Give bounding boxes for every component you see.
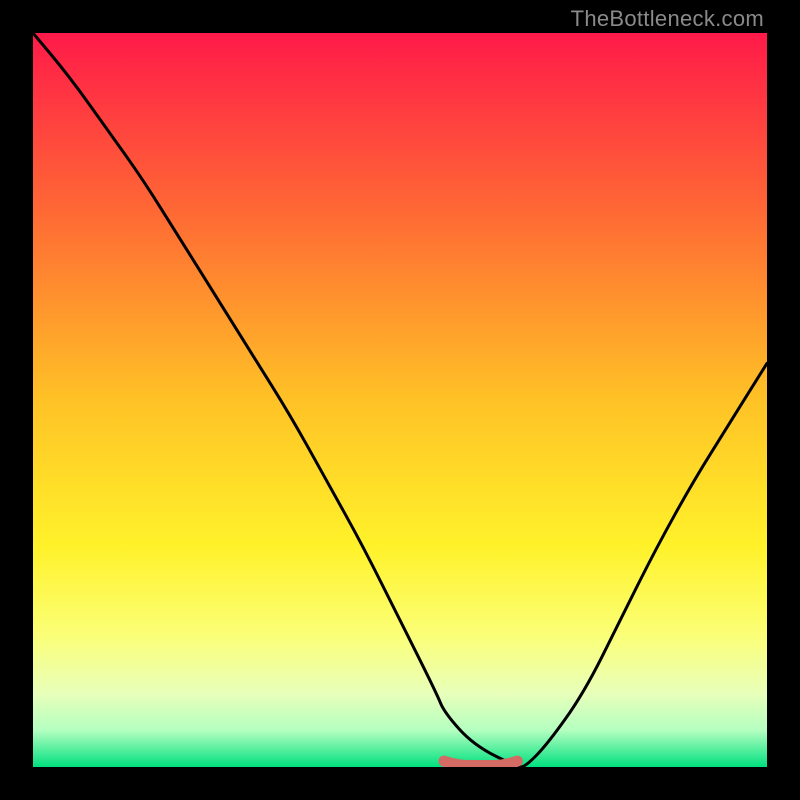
plot-area <box>33 33 767 767</box>
optimal-band <box>444 761 517 765</box>
chart-curves <box>33 33 767 767</box>
watermark-text: TheBottleneck.com <box>571 6 764 32</box>
bottleneck-curve <box>33 33 767 767</box>
chart-frame: TheBottleneck.com <box>0 0 800 800</box>
